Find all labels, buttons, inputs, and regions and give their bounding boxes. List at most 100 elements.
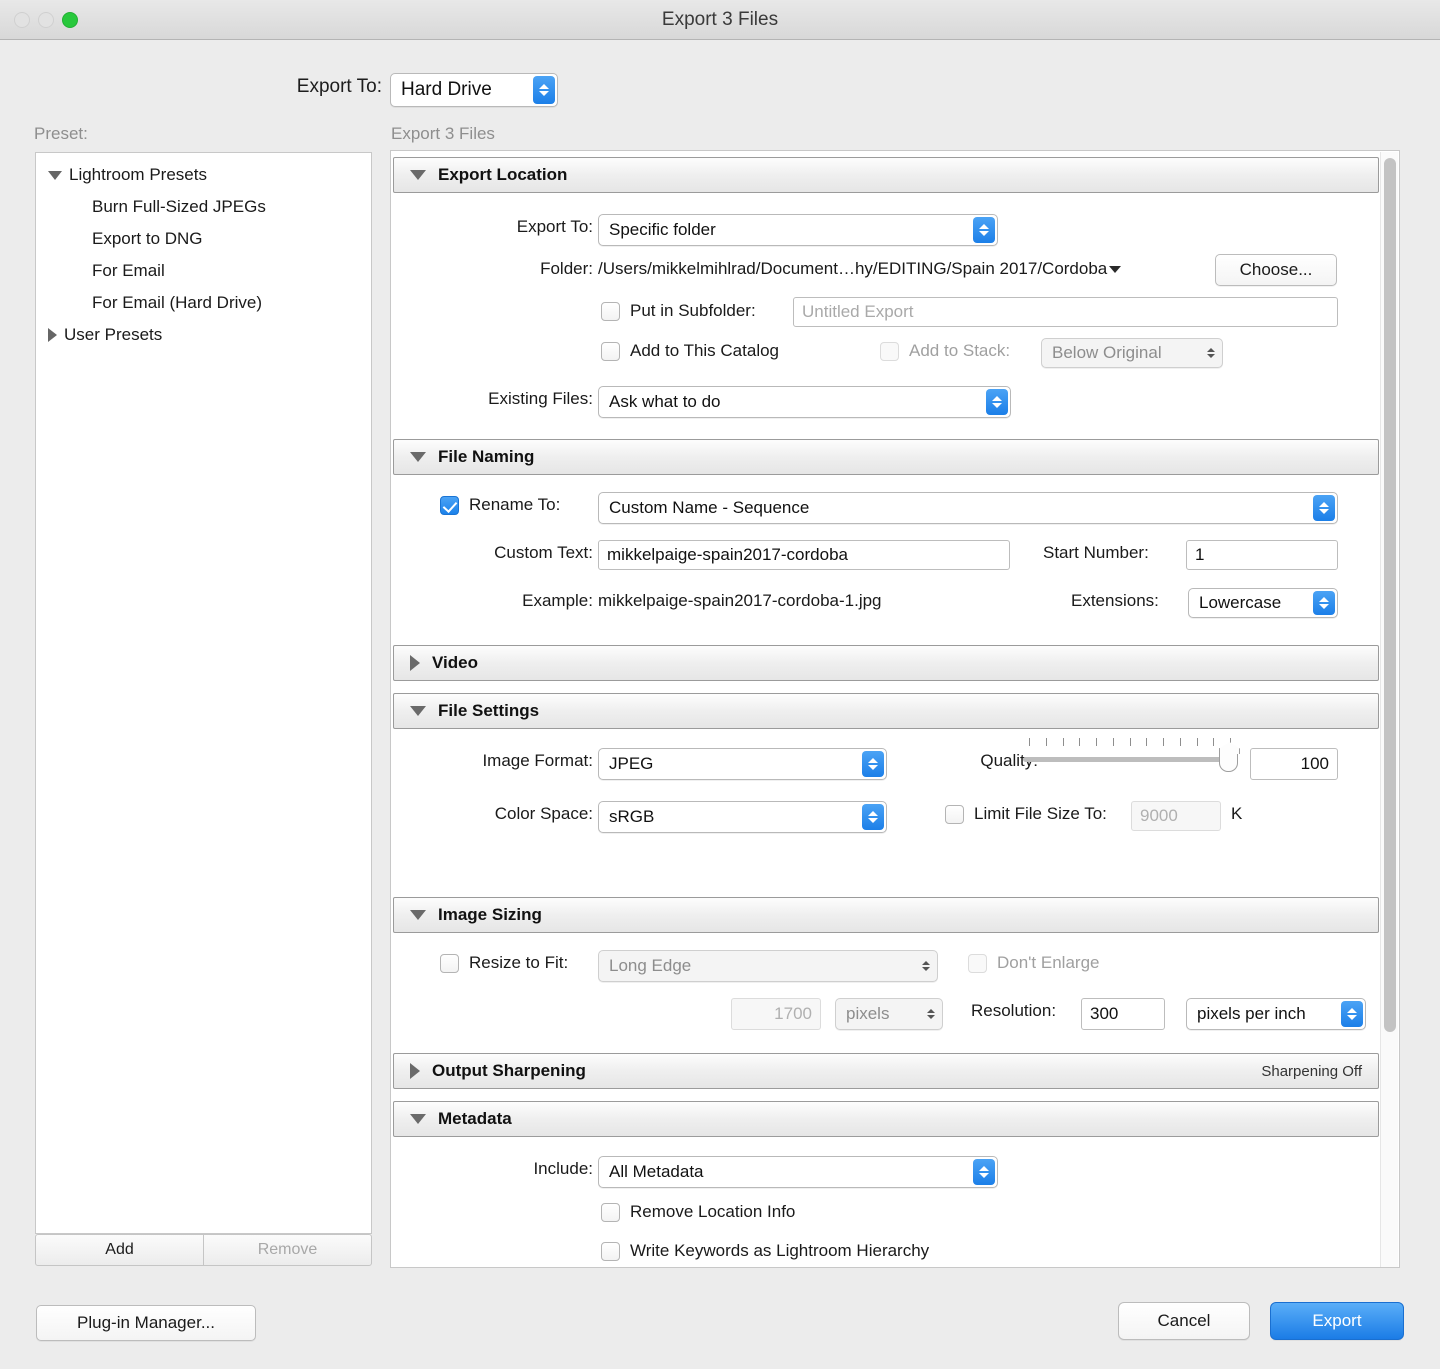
disclosure-triangle-down-icon[interactable]: [410, 452, 426, 462]
add-to-catalog-row: Add to This Catalog: [601, 341, 779, 361]
start-number-input[interactable]: 1: [1186, 540, 1338, 570]
limit-file-size-checkbox[interactable]: [945, 804, 964, 824]
section-header-output-sharpening[interactable]: Output Sharpening Sharpening Off: [393, 1053, 1379, 1089]
chevron-updown-icon: [986, 389, 1008, 415]
put-in-subfolder-label: Put in Subfolder:: [630, 301, 756, 320]
section-body-image-sizing: Resize to Fit: Long Edge Don't Enlarge 1…: [393, 933, 1379, 1053]
window-title: Export 3 Files: [661, 9, 779, 30]
chevron-updown-icon: [973, 217, 995, 243]
export-destination-value: Hard Drive: [401, 79, 492, 100]
image-format-popup[interactable]: JPEG: [598, 748, 887, 780]
quality-value: 100: [1300, 754, 1329, 773]
rename-to-popup[interactable]: Custom Name - Sequence: [598, 492, 1338, 524]
export-to-folder-popup[interactable]: Specific folder: [598, 214, 998, 246]
color-space-popup[interactable]: sRGB: [598, 801, 887, 833]
section-header-metadata[interactable]: Metadata: [393, 1101, 1379, 1137]
write-keywords-checkbox[interactable]: [601, 1241, 620, 1261]
section-metadata: Metadata Include: All Metadata Remove Lo…: [393, 1101, 1379, 1267]
panel-scrollbar[interactable]: [1380, 152, 1398, 1267]
subfolder-name-placeholder: Untitled Export: [802, 302, 914, 321]
quality-slider-thumb[interactable]: [1219, 748, 1238, 772]
quality-slider-ticks: [1029, 738, 1231, 748]
resolution-row-label: Resolution:: [971, 1001, 1057, 1020]
preset-group-user-presets[interactable]: User Presets: [36, 319, 371, 351]
limit-file-size-row: Limit File Size To:: [945, 804, 1107, 824]
section-header-export-location[interactable]: Export Location: [393, 157, 1379, 193]
add-preset-button[interactable]: Add: [36, 1235, 204, 1265]
resize-to-fit-popup: Long Edge: [598, 950, 938, 982]
section-title: File Naming: [438, 447, 535, 466]
quality-value-input[interactable]: 100: [1250, 748, 1338, 780]
resolution-input[interactable]: 300: [1081, 998, 1165, 1030]
subfolder-name-input[interactable]: Untitled Export: [793, 297, 1338, 327]
limit-file-size-unit: K: [1231, 804, 1243, 823]
export-button[interactable]: Export: [1270, 1302, 1404, 1340]
plugin-manager-button[interactable]: Plug-in Manager...: [36, 1305, 256, 1341]
chevron-down-icon[interactable]: [1109, 265, 1122, 273]
chevron-updown-icon: [922, 1001, 940, 1027]
preset-group-lightroom-presets[interactable]: Lightroom Presets: [36, 159, 371, 191]
preset-item-label: Burn Full-Sized JPEGs: [92, 197, 266, 216]
resize-to-fit-checkbox[interactable]: [440, 953, 459, 973]
export-destination-label: Export To:: [296, 76, 382, 97]
disclosure-triangle-down-icon[interactable]: [410, 910, 426, 920]
section-body-file-naming: Rename To: Custom Name - Sequence Custom…: [393, 475, 1379, 633]
preset-item-for-email[interactable]: For Email: [36, 255, 371, 287]
disclosure-triangle-down-icon[interactable]: [410, 170, 426, 180]
resize-size-value: 1700: [774, 1004, 812, 1023]
metadata-include-popup[interactable]: All Metadata: [598, 1156, 998, 1188]
quality-slider[interactable]: [1023, 738, 1238, 772]
dont-enlarge-row: Don't Enlarge: [968, 953, 1099, 973]
chevron-updown-icon: [973, 1159, 995, 1185]
section-header-image-sizing[interactable]: Image Sizing: [393, 897, 1379, 933]
section-header-file-settings[interactable]: File Settings: [393, 693, 1379, 729]
resize-to-fit-value: Long Edge: [609, 956, 692, 975]
color-space-value: sRGB: [609, 807, 655, 826]
add-to-this-catalog-checkbox[interactable]: [601, 341, 620, 361]
disclosure-triangle-right-icon[interactable]: [48, 328, 57, 342]
extensions-popup[interactable]: Lowercase: [1188, 588, 1338, 618]
disclosure-triangle-right-icon[interactable]: [410, 1063, 420, 1079]
preset-item-burn-full-sized-jpegs[interactable]: Burn Full-Sized JPEGs: [36, 191, 371, 223]
resize-unit-value: pixels: [846, 1004, 890, 1023]
chevron-updown-icon: [1341, 1001, 1363, 1027]
add-to-stack-popup: Below Original: [1041, 338, 1223, 368]
custom-text-input[interactable]: mikkelpaige-spain2017-cordoba: [598, 540, 1010, 570]
remove-location-info-checkbox[interactable]: [601, 1202, 620, 1222]
quality-slider-track[interactable]: [1023, 757, 1235, 762]
panel-scrollbar-thumb[interactable]: [1384, 158, 1396, 1032]
section-export-location: Export Location Export To: Specific fold…: [393, 157, 1379, 433]
rename-to-checkbox[interactable]: [440, 495, 459, 515]
chevron-updown-icon: [1202, 341, 1220, 365]
section-header-video[interactable]: Video: [393, 645, 1379, 681]
resize-unit-popup: pixels: [835, 998, 943, 1030]
example-row-label: Example:: [522, 591, 593, 610]
metadata-include-value: All Metadata: [609, 1162, 704, 1181]
write-keywords-label: Write Keywords as Lightroom Hierarchy: [630, 1241, 930, 1260]
disclosure-triangle-down-icon[interactable]: [410, 706, 426, 716]
dont-enlarge-checkbox: [968, 953, 987, 973]
add-to-stack-value: Below Original: [1052, 343, 1162, 362]
disclosure-triangle-right-icon[interactable]: [410, 655, 420, 671]
folder-path[interactable]: /Users/mikkelmihlrad/Document…hy/EDITING…: [598, 259, 1122, 279]
existing-files-popup[interactable]: Ask what to do: [598, 386, 1011, 418]
dialog-footer: Plug-in Manager... Cancel Export: [0, 1280, 1440, 1369]
choose-folder-button[interactable]: Choose...: [1215, 254, 1337, 286]
add-to-stack-row: Add to Stack:: [880, 341, 1010, 361]
section-header-file-naming[interactable]: File Naming: [393, 439, 1379, 475]
add-to-stack-checkbox: [880, 341, 899, 361]
cancel-button[interactable]: Cancel: [1118, 1302, 1250, 1340]
resolution-unit-popup[interactable]: pixels per inch: [1186, 998, 1366, 1030]
image-format-row-label: Image Format:: [482, 751, 593, 770]
example-value-row: mikkelpaige-spain2017-cordoba-1.jpg: [598, 591, 882, 611]
disclosure-triangle-down-icon[interactable]: [48, 170, 62, 180]
disclosure-triangle-down-icon[interactable]: [410, 1114, 426, 1124]
export-destination-popup[interactable]: Hard Drive: [390, 73, 558, 107]
export-settings-panel: Export Location Export To: Specific fold…: [390, 150, 1400, 1268]
rename-to-value: Custom Name - Sequence: [609, 498, 810, 517]
existing-files-row-label: Existing Files:: [488, 389, 593, 408]
preset-item-label: For Email (Hard Drive): [92, 293, 263, 312]
put-in-subfolder-checkbox[interactable]: [601, 301, 620, 321]
preset-item-for-email-hard-drive[interactable]: For Email (Hard Drive): [36, 287, 371, 319]
preset-item-export-to-dng[interactable]: Export to DNG: [36, 223, 371, 255]
